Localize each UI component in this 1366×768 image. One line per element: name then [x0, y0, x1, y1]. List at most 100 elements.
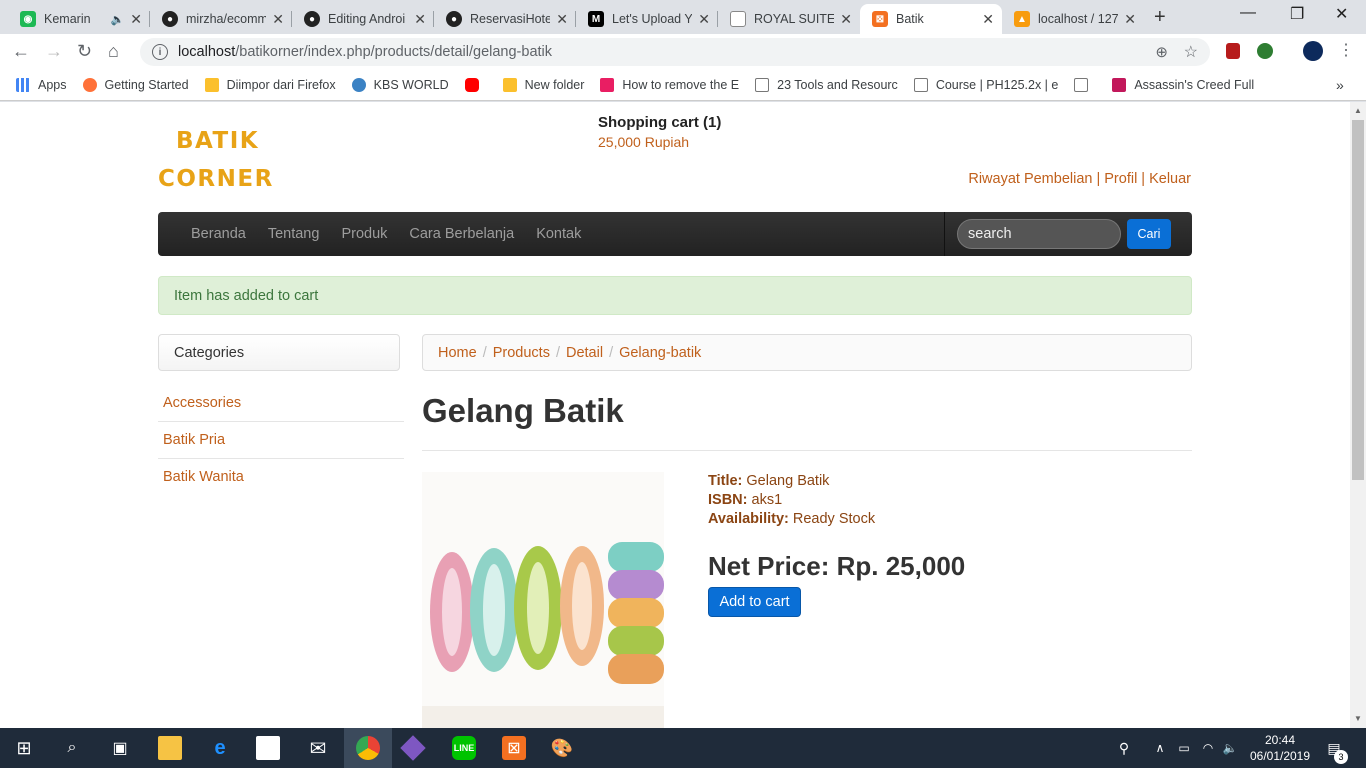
- new-tab-button[interactable]: +: [1154, 6, 1166, 29]
- reload-icon[interactable]: ↻: [77, 41, 92, 62]
- bookmark-youtube[interactable]: [464, 78, 487, 92]
- category-accessories[interactable]: Accessories: [158, 385, 404, 422]
- more-bookmarks-button[interactable]: »: [1336, 77, 1344, 93]
- minimize-icon[interactable]: —: [1240, 4, 1256, 22]
- close-tab-icon[interactable]: ✕: [1124, 11, 1136, 28]
- store-icon[interactable]: [256, 736, 280, 760]
- profile-avatar[interactable]: [1303, 41, 1323, 61]
- line-icon[interactable]: LINE: [452, 736, 476, 760]
- category-batik-pria[interactable]: Batik Pria: [158, 422, 404, 459]
- scrollbar-thumb[interactable]: [1352, 120, 1364, 480]
- zoom-icon[interactable]: ⊕: [1155, 43, 1168, 61]
- nav-tentang[interactable]: Tentang: [268, 226, 320, 242]
- search-button[interactable]: Cari: [1127, 219, 1171, 249]
- product-image: [422, 472, 664, 728]
- nav-kontak[interactable]: Kontak: [536, 226, 581, 242]
- tab-github-reservasi[interactable]: ● ReservasiHotel ✕: [434, 4, 576, 34]
- link-riwayat-pembelian[interactable]: Riwayat Pembelian: [968, 171, 1092, 187]
- bookmark-assassins-creed[interactable]: Assassin's Creed Full: [1112, 78, 1254, 92]
- search-icon[interactable]: ⌕: [60, 736, 84, 760]
- edge-icon[interactable]: e: [208, 736, 232, 760]
- search-form: search Cari: [944, 212, 1192, 256]
- extension-shield-icon[interactable]: [1226, 43, 1240, 59]
- extension-globe-icon[interactable]: [1257, 43, 1273, 59]
- forward-icon[interactable]: →: [45, 41, 63, 62]
- category-batik-wanita[interactable]: Batik Wanita: [158, 459, 404, 495]
- close-tab-icon[interactable]: ✕: [272, 11, 284, 28]
- xampp-icon[interactable]: ⊠: [502, 736, 526, 760]
- bookmark-23-tools[interactable]: 23 Tools and Resourc: [755, 78, 898, 92]
- maximize-icon[interactable]: ❐: [1290, 4, 1304, 24]
- product-details: Title: Gelang Batik ISBN: aks1 Availabil…: [708, 473, 876, 527]
- battery-icon[interactable]: ▭: [1172, 736, 1196, 760]
- shopping-cart-summary[interactable]: Shopping cart (1) 25,000 Rupiah: [598, 114, 721, 150]
- nav-produk[interactable]: Produk: [341, 226, 387, 242]
- tab-kemarin[interactable]: ◉ Kemarin 🔈 ✕: [8, 4, 150, 34]
- medium-icon: M: [588, 11, 604, 27]
- git-client-icon[interactable]: [400, 735, 426, 761]
- breadcrumb-detail[interactable]: Detail: [566, 345, 603, 361]
- tab-medium[interactable]: M Let's Upload Yo ✕: [576, 4, 718, 34]
- mail-icon[interactable]: ✉: [306, 736, 330, 760]
- page-scrollbar[interactable]: ▲ ▼: [1350, 102, 1366, 728]
- system-clock[interactable]: 20:44 06/01/2019: [1240, 732, 1320, 764]
- bookmark-kbs-world[interactable]: KBS WORLD: [351, 78, 449, 92]
- home-icon[interactable]: ⌂: [108, 41, 119, 62]
- nav-cara-berbelanja[interactable]: Cara Berbelanja: [409, 226, 514, 242]
- volume-icon[interactable]: 🔈: [1218, 736, 1242, 760]
- product-price: Net Price: Rp. 25,000: [708, 551, 966, 581]
- close-tab-icon[interactable]: ✕: [698, 11, 710, 28]
- tab-strip: ◉ Kemarin 🔈 ✕ ● mirzha/ecomm ✕ ● Editing…: [0, 0, 1366, 34]
- tab-batik[interactable]: ⊠ Batik ✕: [860, 4, 1002, 34]
- bookmark-untitled[interactable]: [1074, 78, 1096, 92]
- scroll-up-icon[interactable]: ▲: [1354, 106, 1362, 115]
- site-logo[interactable]: BATIK CORNER: [158, 122, 274, 198]
- divider: [422, 450, 1192, 451]
- task-view-icon[interactable]: ▣: [108, 736, 132, 760]
- close-tab-icon[interactable]: ✕: [414, 11, 426, 28]
- breadcrumb-products[interactable]: Products: [493, 345, 550, 361]
- link-profil[interactable]: Profil: [1104, 171, 1137, 187]
- main-navbar: Beranda Tentang Produk Cara Berbelanja K…: [158, 212, 1192, 256]
- people-icon[interactable]: ⚲: [1112, 736, 1136, 760]
- page-icon: [600, 78, 615, 92]
- close-tab-icon[interactable]: ✕: [130, 11, 142, 28]
- breadcrumb-home[interactable]: Home: [438, 345, 477, 361]
- bookmark-star-icon[interactable]: ☆: [1184, 42, 1198, 62]
- search-input[interactable]: search: [957, 219, 1121, 249]
- show-hidden-icons-icon[interactable]: ∧: [1148, 736, 1172, 760]
- chrome-icon[interactable]: [356, 736, 380, 760]
- paint-icon[interactable]: 🎨: [550, 736, 574, 760]
- close-tab-icon[interactable]: ✕: [556, 11, 568, 28]
- bookmark-how-to-remove[interactable]: How to remove the E: [600, 78, 739, 92]
- close-tab-icon[interactable]: ✕: [982, 11, 994, 28]
- bookmark-course[interactable]: Course | PH125.2x | e: [913, 78, 1058, 92]
- back-icon[interactable]: ←: [12, 41, 30, 62]
- tab-phpmyadmin[interactable]: ▲ localhost / 127 ✕: [1002, 4, 1144, 34]
- github-icon: ●: [162, 11, 178, 27]
- scroll-down-icon[interactable]: ▼: [1354, 714, 1362, 723]
- breadcrumb-current[interactable]: Gelang-batik: [619, 345, 701, 361]
- nav-beranda[interactable]: Beranda: [191, 226, 246, 242]
- product-isbn-value: aks1: [751, 492, 783, 508]
- bookmark-folder-firefox[interactable]: Diimpor dari Firefox: [204, 78, 336, 92]
- close-tab-icon[interactable]: ✕: [840, 11, 852, 28]
- address-bar[interactable]: i localhost/batikorner/index.php/product…: [140, 38, 1210, 66]
- bookmark-getting-started[interactable]: Getting Started: [82, 78, 189, 92]
- add-to-cart-button[interactable]: Add to cart: [708, 587, 801, 617]
- bookmark-new-folder[interactable]: New folder: [502, 78, 584, 92]
- windows-logo-icon: [1112, 78, 1127, 92]
- file-explorer-icon[interactable]: [158, 736, 182, 760]
- product-availability-value: Ready Stock: [792, 511, 876, 527]
- close-window-icon[interactable]: ✕: [1335, 4, 1348, 24]
- speaker-icon[interactable]: 🔈: [111, 13, 125, 26]
- menu-icon[interactable]: ⋮: [1338, 40, 1354, 60]
- tab-github-ecomm[interactable]: ● mirzha/ecomm ✕: [150, 4, 292, 34]
- wifi-icon[interactable]: ◠: [1196, 736, 1220, 760]
- link-keluar[interactable]: Keluar: [1149, 171, 1191, 187]
- tab-royal-suite[interactable]: ROYAL SUITE ✕: [718, 4, 860, 34]
- info-icon[interactable]: i: [152, 44, 168, 60]
- windows-start-icon[interactable]: ⊞: [12, 736, 36, 760]
- bookmark-apps[interactable]: Apps: [16, 78, 67, 92]
- tab-github-editing[interactable]: ● Editing Androi ✕: [292, 4, 434, 34]
